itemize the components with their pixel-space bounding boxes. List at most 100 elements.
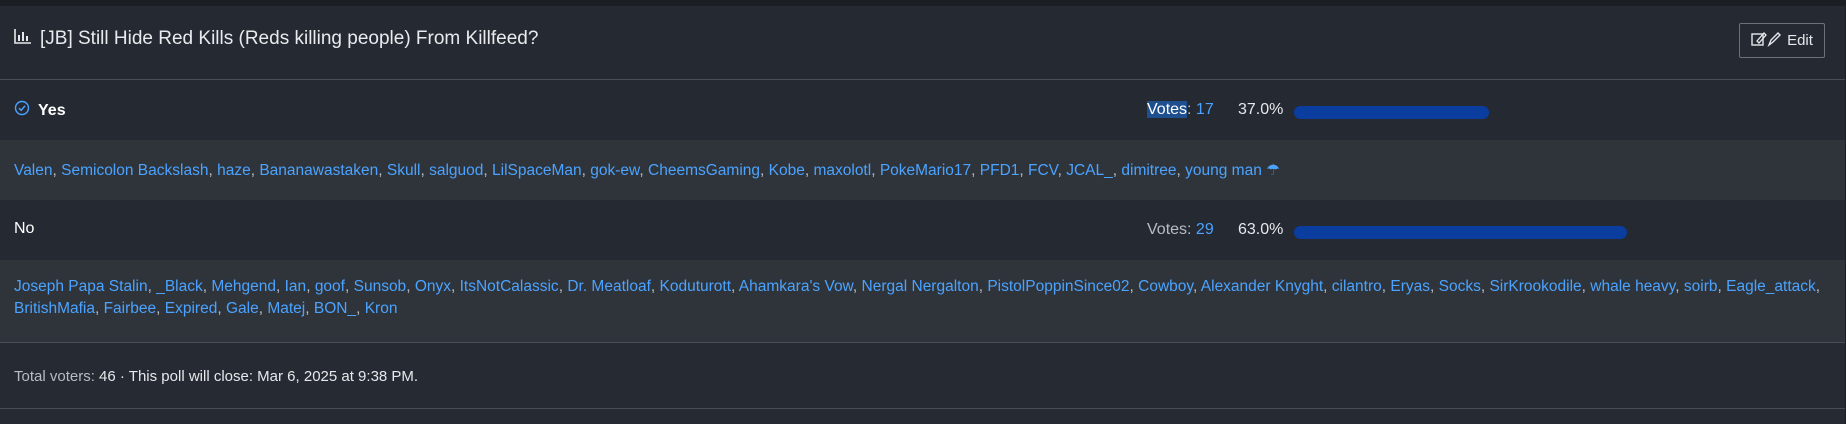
separator: , [1815, 278, 1821, 295]
voter-link[interactable]: soirb [1684, 278, 1718, 295]
voter-list-no: Joseph Papa Stalin, _Black, Mehgend, Ian… [0, 260, 1845, 342]
vote-count: Votes: 17 [1147, 101, 1214, 118]
separator: , [971, 162, 980, 179]
voter-link[interactable]: Eagle_attack [1726, 278, 1816, 295]
separator: , [639, 162, 649, 179]
divider [0, 342, 1845, 343]
bar-chart-icon [14, 28, 32, 50]
vote-count: Votes: 29 [1147, 221, 1214, 238]
edit-button[interactable]: Edit [1739, 23, 1825, 58]
votes-number-link[interactable]: 17 [1196, 101, 1214, 118]
voter-link[interactable]: Joseph Papa Stalin [14, 278, 148, 295]
separator: , [156, 300, 165, 317]
voter-link[interactable]: PokeMario17 [880, 162, 971, 179]
separator: , [760, 162, 769, 179]
voter-link[interactable]: gok-ew [590, 162, 639, 179]
vote-percent: 37.0% [1238, 101, 1284, 118]
separator: , [94, 300, 104, 317]
separator: , [1176, 162, 1186, 179]
voter-link[interactable]: CheemsGaming [648, 162, 760, 179]
separator: , [1019, 162, 1029, 179]
separator: , [871, 162, 880, 179]
separator: , [1581, 278, 1591, 295]
voter-link[interactable]: LilSpaceMan [492, 162, 582, 179]
poll-option-no: No Votes: 29 63.0% [0, 200, 1845, 260]
separator: , [1057, 162, 1067, 179]
separator: , [483, 162, 493, 179]
voter-link[interactable]: BON_ [314, 300, 356, 317]
voter-link[interactable]: Sunsob [354, 278, 407, 295]
separator: , [356, 300, 365, 317]
separator: , [1717, 278, 1727, 295]
voter-link[interactable]: Skull [387, 162, 421, 179]
voter-link[interactable]: Dr. Meatloaf [567, 278, 651, 295]
option-label: Yes [14, 100, 66, 121]
voter-link[interactable]: Kron [365, 300, 398, 317]
separator: , [378, 162, 387, 179]
voter-link[interactable]: Onyx [415, 278, 451, 295]
separator: , [217, 300, 226, 317]
separator: , [147, 278, 157, 295]
voter-link[interactable]: salguod [429, 162, 483, 179]
voter-link[interactable]: Koduturott [660, 278, 732, 295]
total-voters-label: Total voters: [14, 368, 95, 385]
poll-header: [JB] Still Hide Red Kills (Reds killing … [0, 6, 1845, 80]
voter-link[interactable]: young man ☂ [1185, 162, 1280, 179]
voter-link[interactable]: Semicolon Backslash [61, 162, 208, 179]
voter-link[interactable]: dimitree [1121, 162, 1176, 179]
voter-link[interactable]: Cowboy [1138, 278, 1193, 295]
separator: , [52, 162, 62, 179]
voter-link[interactable]: Alexander Knyght [1201, 278, 1323, 295]
voter-link[interactable]: Kobe [769, 162, 805, 179]
separator: , [451, 278, 460, 295]
voter-link[interactable]: Bananawastaken [259, 162, 378, 179]
voter-link[interactable]: Matej [267, 300, 305, 317]
voter-link[interactable]: Nergal Nergalton [862, 278, 979, 295]
separator: , [305, 300, 314, 317]
voter-link[interactable]: Eryas [1390, 278, 1430, 295]
edit-label: Edit [1787, 32, 1813, 49]
voter-link[interactable]: Ahamkara's Vow [739, 278, 853, 295]
voter-link[interactable]: Mehgend [211, 278, 276, 295]
voter-link[interactable]: BritishMafia [14, 300, 95, 317]
separator: , [420, 162, 430, 179]
voter-link[interactable]: cilantro [1332, 278, 1382, 295]
voter-link[interactable]: Expired [165, 300, 218, 317]
votes-label: Votes [1147, 101, 1188, 118]
voter-link[interactable]: Socks [1439, 278, 1481, 295]
voter-link[interactable]: Gale [226, 300, 259, 317]
voter-link[interactable]: PistolPoppinSince02 [987, 278, 1129, 295]
voter-link[interactable]: maxolotl [813, 162, 871, 179]
voter-link[interactable]: Ian [285, 278, 307, 295]
separator: , [344, 278, 354, 295]
poll-title-text: [JB] Still Hide Red Kills (Reds killing … [40, 28, 539, 49]
separator: , [852, 278, 862, 295]
separator: , [208, 162, 218, 179]
voter-list-yes: Valen, Semicolon Backslash, haze, Banana… [0, 140, 1845, 200]
separator: , [1129, 278, 1139, 295]
voter-link[interactable]: haze [217, 162, 251, 179]
voter-link[interactable]: goof [315, 278, 345, 295]
separator: , [276, 278, 285, 295]
edit-icon [1751, 31, 1782, 51]
poll-footer: Total voters: 46 · This poll will close:… [14, 368, 418, 385]
voter-link[interactable]: SirKrookodile [1489, 278, 1581, 295]
voter-link[interactable]: FCV [1028, 162, 1058, 179]
poll-option-yes: Yes Votes: 17 37.0% [0, 80, 1845, 140]
poll-title: [JB] Still Hide Red Kills (Reds killing … [14, 28, 538, 50]
separator: , [1193, 278, 1201, 295]
votes-number-link[interactable]: 29 [1196, 221, 1214, 238]
divider [0, 408, 1845, 409]
poll-close-text: · This poll will close: Mar 6, 2025 at 9… [119, 368, 419, 385]
option-label-text: No [14, 220, 35, 237]
voter-link[interactable]: whale heavy [1590, 278, 1675, 295]
voter-link[interactable]: _Black [156, 278, 203, 295]
voter-names: Valen, Semicolon Backslash, haze, Banana… [14, 160, 1831, 182]
voter-link[interactable]: Valen [14, 162, 53, 179]
option-label: No [14, 220, 34, 238]
voter-link[interactable]: PFD1 [980, 162, 1020, 179]
voter-link[interactable]: ItsNotCalassic [460, 278, 559, 295]
voter-link[interactable]: JCAL_ [1066, 162, 1113, 179]
voter-link[interactable]: Fairbee [104, 300, 157, 317]
vote-percent: 63.0% [1238, 221, 1284, 238]
